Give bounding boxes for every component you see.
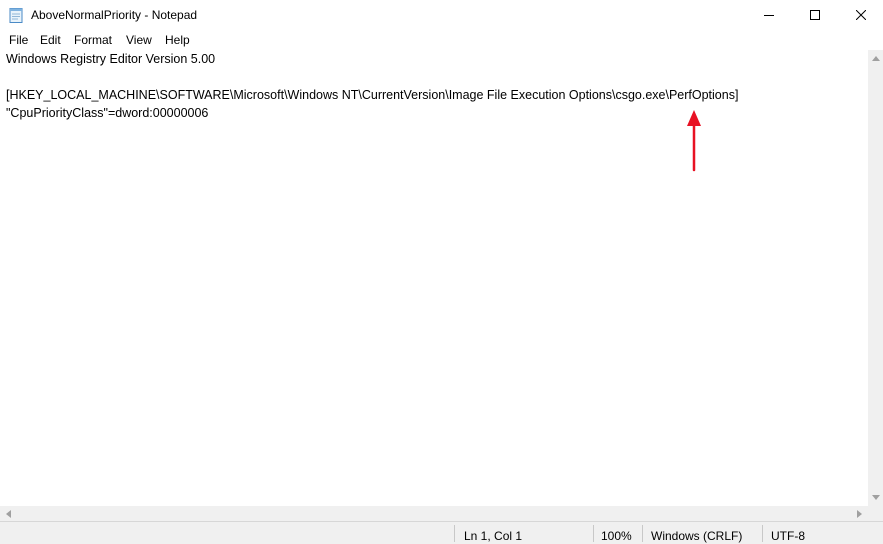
status-separator (762, 525, 763, 542)
chevron-left-icon (6, 509, 11, 518)
text-editor[interactable]: Windows Registry Editor Version 5.00 [HK… (0, 50, 868, 506)
annotation-arrow-icon (687, 110, 701, 172)
status-encoding: UTF-8 (771, 529, 805, 543)
scroll-left-button[interactable] (0, 506, 17, 521)
status-bar: Ln 1, Col 1 100% Windows (CRLF) UTF-8 (0, 521, 883, 544)
status-cursor-position: Ln 1, Col 1 (464, 529, 523, 543)
vertical-scrollbar[interactable] (868, 50, 883, 506)
window-title: AboveNormalPriority - Notepad (31, 8, 198, 22)
chevron-down-icon (871, 495, 880, 500)
scrollbar-corner (868, 506, 883, 521)
horizontal-scrollbar[interactable] (0, 506, 868, 521)
status-separator (454, 525, 455, 542)
menu-bar: File Edit Format View Help (0, 30, 883, 50)
scroll-up-button[interactable] (868, 50, 883, 67)
menu-file[interactable]: File (8, 33, 29, 47)
maximize-icon (810, 10, 820, 20)
chevron-up-icon (871, 56, 880, 61)
minimize-button[interactable] (746, 0, 792, 30)
menu-help[interactable]: Help (164, 33, 191, 47)
chevron-right-icon (857, 509, 862, 518)
scroll-down-button[interactable] (868, 489, 883, 506)
status-separator (642, 525, 643, 542)
menu-format[interactable]: Format (73, 33, 113, 47)
menu-edit[interactable]: Edit (39, 33, 62, 47)
document-line: [HKEY_LOCAL_MACHINE\SOFTWARE\Microsoft\W… (6, 88, 739, 102)
menu-view[interactable]: View (125, 33, 153, 47)
document-line: "CpuPriorityClass"=dword:00000006 (6, 106, 209, 120)
status-separator (593, 525, 594, 542)
status-line-ending: Windows (CRLF) (651, 529, 743, 543)
title-bar[interactable]: AboveNormalPriority - Notepad (0, 0, 883, 30)
scroll-right-button[interactable] (851, 506, 868, 521)
minimize-icon (764, 15, 774, 16)
close-icon (856, 10, 866, 20)
notepad-icon (9, 8, 23, 23)
maximize-button[interactable] (792, 0, 838, 30)
status-zoom: 100% (601, 529, 632, 543)
document-line: Windows Registry Editor Version 5.00 (6, 52, 216, 66)
close-button[interactable] (838, 0, 883, 30)
